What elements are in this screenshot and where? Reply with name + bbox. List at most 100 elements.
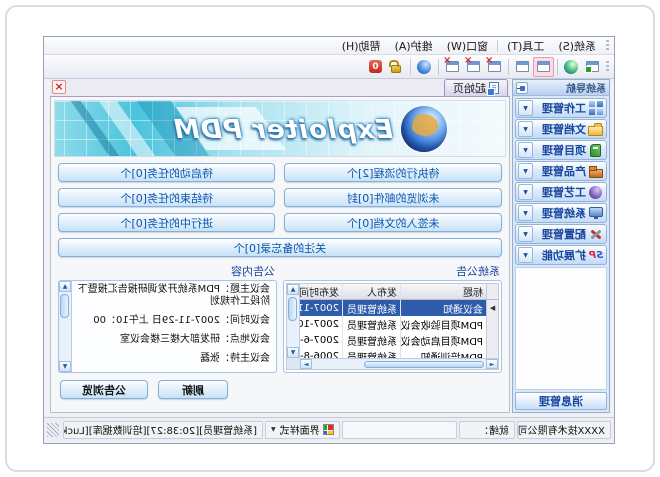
window-active-button[interactable] <box>533 57 554 77</box>
menubar-grip[interactable] <box>606 40 609 52</box>
close-tab-button[interactable]: × <box>52 80 66 94</box>
chevron-down-icon[interactable]: ▼ <box>518 247 533 263</box>
tasks-to-start-button[interactable]: 待启动的任务[0]个 <box>58 163 276 182</box>
quick-buttons: 待执行的流程[2]个 待启动的任务[0]个 未浏览的邮件[0]封 待结束的任务[… <box>58 163 502 257</box>
row-selector-arrow: ▶ <box>486 300 498 316</box>
menu-separator <box>497 40 498 52</box>
table-row[interactable]: ▶ 会议通知 系统管理员 2007-11-25 16 <box>287 300 498 316</box>
window-close-icon <box>488 61 501 72</box>
chevron-down-icon[interactable]: ▼ <box>518 121 533 137</box>
content-buttons: 刷新 公告浏览 <box>58 380 277 399</box>
nav-item-config-management[interactable]: 配置管理 ▼ <box>515 224 607 244</box>
horizontal-scrollbar[interactable]: ◄ ► <box>300 358 498 369</box>
project-book-icon <box>588 142 604 158</box>
nav-item-project-management[interactable]: 项目管理 ▼ <box>515 140 607 160</box>
folder-icon <box>588 121 604 137</box>
work-grid-icon <box>588 100 604 116</box>
announcements-table: 标题 发布人 发布时间 ▶ 会议通知 系统管理员 2007-11-25 16 <box>286 283 499 370</box>
menu-window[interactable]: 窗口(W) <box>440 36 495 56</box>
nav-header: 系统导航 <box>513 80 609 96</box>
nav-item-product-management[interactable]: 产品管理 ▼ <box>515 161 607 181</box>
nav-item-label: 系统管理 <box>533 205 586 221</box>
content-box: 会议主题：PDM系统开发调研报告汇报暨下阶段工作规划 会议时间：2007-11-… <box>58 280 277 373</box>
ui-style-label: 界面样式 <box>280 422 320 437</box>
pending-flows-button[interactable]: 待执行的流程[2]个 <box>285 163 503 182</box>
table-row[interactable]: PDM项目验收会议 系统管理员 2007-10-15 11 <box>287 316 498 332</box>
sphere-globe-button[interactable] <box>414 57 435 77</box>
tab-start-page[interactable]: 起始页 <box>444 79 508 96</box>
refresh-button[interactable]: 刷新 <box>158 380 228 399</box>
table-row[interactable]: PDM项目启动会议 系统管理员 2007-6-6 14:5 <box>287 332 498 348</box>
nav-item-work-management[interactable]: 工作管理 ▼ <box>515 98 607 118</box>
unread-mail-button[interactable]: 未浏览的邮件[0]封 <box>285 188 503 207</box>
chevron-down-icon: ▼ <box>271 426 276 433</box>
earth-globe-button[interactable] <box>561 57 582 77</box>
vertical-scrollbar[interactable]: ▲ ▼ <box>287 284 300 358</box>
chevron-down-icon[interactable]: ▼ <box>518 142 533 158</box>
unchecked-docs-button[interactable]: 未签入的文档[0]个 <box>285 213 503 232</box>
resize-grip[interactable] <box>47 423 59 437</box>
menu-help[interactable]: 帮助(H) <box>335 36 388 56</box>
toolbar-separator <box>438 59 439 75</box>
ui-style-selector[interactable]: 界面样式 ▼ <box>265 421 340 439</box>
toolbar-grip[interactable] <box>606 61 609 73</box>
tasks-to-finish-button[interactable]: 待结束的任务[0]个 <box>58 188 276 207</box>
scrollbar-thumb[interactable] <box>289 297 298 321</box>
scrollbar-thumb[interactable] <box>364 361 484 368</box>
watched-memos-button[interactable]: 关注的备忘录[0]个 <box>58 238 502 257</box>
window-new-button[interactable] <box>582 57 603 77</box>
nav-item-label: 项目管理 <box>533 142 586 158</box>
bottom-panels: 系统公告 标题 发布人 发布时间 <box>58 261 502 399</box>
chevron-down-icon[interactable]: ▼ <box>518 205 533 221</box>
menu-maintain[interactable]: 维护(A) <box>388 36 440 56</box>
scroll-down-icon[interactable]: ▼ <box>287 347 299 358</box>
row-selector <box>486 332 498 348</box>
screen: 系统(S) 工具(T) 窗口(W) 维护(A) 帮助(H) 0 <box>0 0 660 477</box>
column-header-title[interactable]: 标题 <box>400 284 486 299</box>
pdm-main-window: 系统(S) 工具(T) 窗口(W) 维护(A) 帮助(H) 0 <box>43 36 615 444</box>
nav-item-system-management[interactable]: 系统管理 ▼ <box>515 203 607 223</box>
cell-title: 会议通知 <box>400 300 486 316</box>
toolbar-separator <box>508 59 509 75</box>
nav-item-message-management[interactable]: 消息管理 <box>515 392 607 410</box>
browse-announcements-button[interactable]: 公告浏览 <box>60 380 148 399</box>
content-panel: 公告内容 会议主题：PDM系统开发调研报告汇报暨下阶段工作规划 会议时间：200… <box>58 261 277 399</box>
chevron-down-icon[interactable]: ▼ <box>518 226 533 242</box>
window-close-button-2[interactable] <box>463 57 484 77</box>
nav-item-process-management[interactable]: 工艺管理 ▼ <box>515 182 607 202</box>
scroll-up-icon[interactable]: ▲ <box>287 284 299 295</box>
window-icon <box>516 61 529 72</box>
nav-item-label: 产品管理 <box>533 163 586 179</box>
window-button[interactable] <box>512 57 533 77</box>
column-header-publisher[interactable]: 发布人 <box>342 284 400 299</box>
scrollbar-thumb[interactable] <box>61 294 70 318</box>
chevron-down-icon[interactable]: ▼ <box>518 184 533 200</box>
tasks-in-progress-button[interactable]: 进行中的任务[0]个 <box>58 213 276 232</box>
nav-item-document-management[interactable]: 文档管理 ▼ <box>515 119 607 139</box>
menu-tools[interactable]: 工具(T) <box>500 36 551 56</box>
logo-text: Exploiter PDM <box>173 115 393 145</box>
nav-item-label: 配置管理 <box>533 226 586 242</box>
scroll-right-icon[interactable]: ► <box>300 359 312 369</box>
session-info: [系统管理员][20:38:27][培训数据库][Lucky][11000] <box>63 421 263 439</box>
cell-title: PDM项目验收会议 <box>400 316 486 332</box>
scroll-left-icon[interactable]: ◄ <box>486 359 498 369</box>
scroll-up-icon[interactable]: ▲ <box>59 281 71 292</box>
chevron-down-icon[interactable]: ▼ <box>518 100 533 116</box>
window-close-button-1[interactable] <box>484 57 505 77</box>
status-empty-cell <box>342 421 457 439</box>
table-header-row: 标题 发布人 发布时间 <box>287 284 498 300</box>
scroll-down-icon[interactable]: ▼ <box>59 361 71 372</box>
pushpin-icon[interactable] <box>516 82 528 94</box>
pdm-banner: Exploiter PDM <box>54 100 506 157</box>
nav-item-label: 扩展功能 <box>533 247 586 263</box>
block-zero-button[interactable]: 0 <box>365 57 386 77</box>
cell-title: PDM项目启动会议 <box>400 332 486 348</box>
lock-button[interactable] <box>386 57 407 77</box>
chevron-down-icon[interactable]: ▼ <box>518 163 533 179</box>
vertical-scrollbar[interactable]: ▲ ▼ <box>59 281 72 372</box>
cell-publisher: 系统管理员 <box>342 316 400 332</box>
nav-item-extensions[interactable]: SP 扩展功能 ▼ <box>515 245 607 265</box>
window-close-button-3[interactable] <box>442 57 463 77</box>
menu-system[interactable]: 系统(S) <box>551 36 603 56</box>
